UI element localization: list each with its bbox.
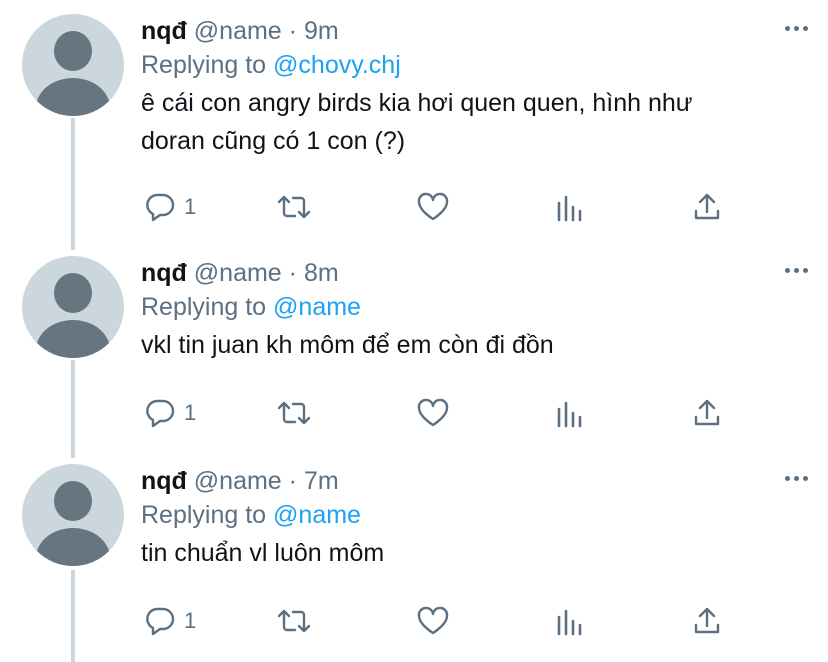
separator: · [288, 259, 297, 287]
retweet-button[interactable] [276, 397, 312, 429]
handle[interactable]: @name [194, 467, 282, 495]
analytics-button[interactable] [555, 397, 585, 429]
handle[interactable]: @name [194, 259, 282, 287]
reply-icon [146, 399, 175, 428]
tweet-text-line: vkl tin juan kh môm để em còn đi đồn [141, 331, 554, 359]
display-name[interactable]: nqđ [141, 259, 187, 287]
like-button[interactable] [416, 605, 450, 637]
retweet-icon [277, 609, 311, 633]
tweet-header: nqđ @name · 7m [141, 464, 808, 498]
tweet-thread: nqđ @name · 9m Replying to @chovy.chj ê … [0, 0, 828, 662]
avatar[interactable] [22, 464, 124, 566]
tweet[interactable]: nqđ @name · 7m Replying to @name tin chu… [0, 464, 828, 662]
avatar[interactable] [22, 256, 124, 358]
reply-button[interactable]: 1 [144, 605, 196, 637]
retweet-icon [277, 401, 311, 425]
timestamp[interactable]: 9m [304, 17, 339, 45]
replying-to: Replying to @chovy.chj [141, 48, 808, 82]
separator: · [288, 467, 297, 495]
reply-button[interactable]: 1 [144, 191, 196, 223]
reply-mention-link[interactable]: @name [273, 293, 361, 321]
like-button[interactable] [416, 191, 450, 223]
tweet-text-line: ê cái con angry birds kia hơi quen quen,… [141, 89, 693, 117]
replying-to: Replying to @name [141, 498, 808, 532]
heart-icon [417, 606, 449, 635]
avatar[interactable] [22, 14, 124, 116]
analytics-icon [557, 401, 582, 428]
reply-count: 1 [184, 608, 197, 633]
reply-count: 1 [184, 400, 197, 425]
heart-icon [417, 398, 449, 427]
like-button[interactable] [416, 397, 450, 429]
tweet-text-line: tin chuẩn vl luôn môm [141, 539, 385, 567]
retweet-icon [277, 195, 311, 219]
separator: · [288, 17, 297, 45]
more-icon[interactable] [785, 476, 808, 481]
replying-prefix: Replying to [141, 501, 267, 529]
tweet-header: nqđ @name · 9m [141, 14, 808, 48]
timestamp[interactable]: 7m [304, 467, 339, 495]
replying-to: Replying to @name [141, 290, 808, 324]
handle[interactable]: @name [194, 17, 282, 45]
analytics-icon [557, 609, 582, 636]
tweet-text: ê cái con angry birds kia hơi quen quen,… [141, 84, 808, 160]
tweet[interactable]: nqđ @name · 8m Replying to @name vkl tin… [0, 256, 828, 456]
analytics-button[interactable] [555, 605, 585, 637]
tweet-text-line: doran cũng có 1 con (?) [141, 127, 406, 155]
display-name[interactable]: nqđ [141, 467, 187, 495]
tweet-actions: 1 [0, 397, 828, 437]
reply-count: 1 [184, 194, 197, 219]
retweet-button[interactable] [276, 605, 312, 637]
reply-mention-link[interactable]: @name [273, 501, 361, 529]
tweet[interactable]: nqđ @name · 9m Replying to @chovy.chj ê … [0, 14, 828, 250]
more-icon[interactable] [785, 268, 808, 273]
share-icon [694, 607, 720, 634]
share-button[interactable] [692, 605, 722, 637]
reply-button[interactable]: 1 [144, 397, 196, 429]
more-icon[interactable] [785, 26, 808, 31]
tweet-actions: 1 [0, 191, 828, 231]
replying-prefix: Replying to [141, 293, 267, 321]
reply-icon [146, 607, 175, 636]
replying-prefix: Replying to [141, 51, 267, 79]
display-name[interactable]: nqđ [141, 17, 187, 45]
heart-icon [417, 192, 449, 221]
share-button[interactable] [692, 191, 722, 223]
analytics-button[interactable] [555, 191, 585, 223]
reply-icon [146, 193, 175, 222]
retweet-button[interactable] [276, 191, 312, 223]
tweet-text: tin chuẩn vl luôn môm [141, 534, 808, 572]
tweet-actions: 1 [0, 605, 828, 645]
share-button[interactable] [692, 397, 722, 429]
share-icon [694, 193, 720, 220]
timestamp[interactable]: 8m [304, 259, 339, 287]
share-icon [694, 399, 720, 426]
analytics-icon [557, 195, 582, 222]
tweet-header: nqđ @name · 8m [141, 256, 808, 290]
reply-mention-link[interactable]: @chovy.chj [273, 51, 401, 79]
tweet-text: vkl tin juan kh môm để em còn đi đồn [141, 326, 808, 364]
